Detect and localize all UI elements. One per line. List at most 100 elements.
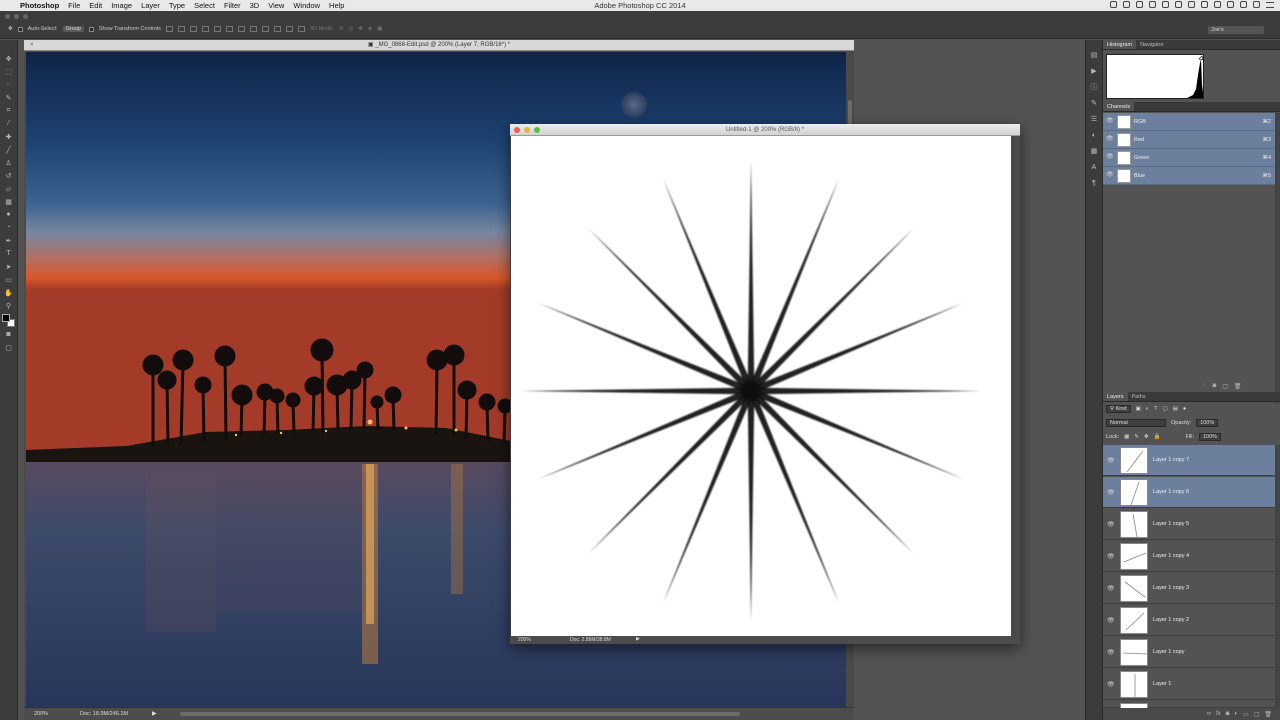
status-menu-arrow-icon[interactable]: ▶: [152, 710, 157, 717]
layer-row[interactable]: 👁 Layer 1 copy 6: [1103, 477, 1275, 508]
path-select-tool-icon[interactable]: ➤: [4, 262, 14, 271]
menu-layer[interactable]: Layer: [141, 1, 160, 10]
pen-tool-icon[interactable]: ✒: [4, 236, 14, 245]
load-selection-icon[interactable]: ◌: [1203, 383, 1207, 390]
clone-stamp-tool-icon[interactable]: ♙: [4, 158, 14, 167]
visibility-eye-icon[interactable]: 👁: [1107, 457, 1115, 464]
menu-window[interactable]: Window: [293, 1, 320, 10]
3d-rotate-icon[interactable]: ⟲: [339, 26, 344, 32]
channel-row[interactable]: 👁 RGB ⌘2: [1103, 113, 1275, 131]
layer-name[interactable]: Layer 1 copy: [1153, 649, 1185, 655]
status-app-icon[interactable]: [1149, 1, 1156, 8]
layer-name[interactable]: Layer 1 copy 2: [1153, 617, 1189, 623]
visibility-eye-icon[interactable]: 👁: [1107, 617, 1115, 624]
quick-mask-icon[interactable]: ◙: [4, 330, 14, 339]
save-selection-icon[interactable]: ◙: [1213, 383, 1217, 390]
fill-input[interactable]: 100%: [1199, 433, 1222, 441]
layer-row[interactable]: 👁 Layer 1 copy 4: [1103, 541, 1275, 572]
shape-tool-icon[interactable]: ▭: [4, 275, 14, 284]
channel-row[interactable]: 👁 Green ⌘4: [1103, 149, 1275, 167]
history-brush-tool-icon[interactable]: ↺: [4, 171, 14, 180]
layer-style-icon[interactable]: fx: [1216, 711, 1221, 717]
layer-row[interactable]: 👁 Layer 1 copy: [1103, 637, 1275, 668]
visibility-eye-icon[interactable]: 👁: [1106, 136, 1114, 143]
channels-scrollbar[interactable]: [1275, 113, 1280, 403]
filter-shape-icon[interactable]: ▢: [1162, 406, 1167, 412]
quick-select-tool-icon[interactable]: ✎: [4, 93, 14, 102]
status-app-icon[interactable]: [1175, 1, 1182, 8]
show-transform-checkbox[interactable]: [88, 26, 94, 32]
adjustments-panel-icon[interactable]: ◐: [1090, 132, 1098, 140]
layer-row[interactable]: 👁 Layer 1 copy 3: [1103, 573, 1275, 604]
filter-toggle-icon[interactable]: ●: [1183, 406, 1186, 412]
distribute-icon[interactable]: [273, 26, 281, 32]
visibility-eye-icon[interactable]: 👁: [1107, 521, 1115, 528]
3d-scale-icon[interactable]: ▣: [377, 26, 382, 32]
link-layers-icon[interactable]: ∞: [1207, 711, 1211, 717]
close-window-button[interactable]: [5, 14, 10, 19]
filter-pixel-icon[interactable]: ▣: [1136, 406, 1141, 412]
app-menu[interactable]: Photoshop: [20, 1, 59, 10]
new-group-icon[interactable]: ▭: [1243, 711, 1249, 718]
add-mask-icon[interactable]: ◙: [1226, 711, 1230, 717]
lock-pixels-icon[interactable]: ✎: [1134, 434, 1139, 440]
status-menu-arrow-icon[interactable]: ▶: [636, 636, 640, 642]
auto-select-dropdown[interactable]: Group: [62, 26, 84, 32]
battery-icon[interactable]: [1240, 1, 1247, 8]
horizontal-scrollbar[interactable]: [180, 712, 740, 716]
status-app-icon[interactable]: [1136, 1, 1143, 8]
distribute-icon[interactable]: [285, 26, 293, 32]
distribute-icon[interactable]: [237, 26, 245, 32]
move-tool-icon[interactable]: ✥: [8, 26, 13, 32]
zoom-tool-icon[interactable]: ⚲: [4, 301, 14, 310]
filter-smart-object-icon[interactable]: ▤: [1173, 406, 1178, 412]
actions-panel-icon[interactable]: ▶: [1090, 68, 1098, 76]
filter-adjustment-icon[interactable]: ◐: [1146, 406, 1149, 412]
menu-3d[interactable]: 3D: [250, 1, 260, 10]
eraser-tool-icon[interactable]: ▱: [4, 184, 14, 193]
menu-view[interactable]: View: [268, 1, 284, 10]
visibility-eye-icon[interactable]: 👁: [1106, 118, 1114, 125]
minimize-window-button[interactable]: [14, 14, 19, 19]
visibility-eye-icon[interactable]: 👁: [1107, 681, 1115, 688]
channel-row[interactable]: 👁 Blue ⌘5: [1103, 167, 1275, 185]
status-app-icon[interactable]: [1214, 1, 1221, 8]
close-document-icon[interactable]: ×: [30, 40, 34, 51]
marquee-tool-icon[interactable]: ⬚: [4, 67, 14, 76]
layer-name[interactable]: Layer 1 copy 5: [1153, 521, 1189, 527]
history-panel-icon[interactable]: ▤: [1090, 52, 1098, 60]
delete-channel-icon[interactable]: 🗑: [1234, 383, 1242, 390]
lock-position-icon[interactable]: ✥: [1144, 434, 1149, 440]
document-size[interactable]: Doc: 18.9M/246.1M: [80, 711, 128, 717]
notification-menu-icon[interactable]: [1266, 1, 1274, 8]
floating-window-titlebar[interactable]: Untitled-1 @ 200% (RGB/8) *: [510, 124, 1020, 136]
layer-row[interactable]: 👁 Layer 1: [1103, 669, 1275, 700]
distribute-icon[interactable]: [297, 26, 305, 32]
document-tab[interactable]: × ▣ _MG_0868-Edit.psd @ 200% (Layer 7, R…: [24, 40, 854, 51]
3d-pan-icon[interactable]: ✥: [358, 26, 363, 32]
visibility-eye-icon[interactable]: 👁: [1107, 585, 1115, 592]
starburst-canvas[interactable]: [511, 136, 1011, 636]
tab-layers[interactable]: Layers: [1103, 392, 1128, 401]
wifi-icon[interactable]: [1227, 1, 1234, 8]
lasso-tool-icon[interactable]: ◌: [4, 80, 14, 89]
layers-scrollbar[interactable]: [1275, 445, 1280, 708]
tab-channels[interactable]: Channels: [1103, 102, 1135, 111]
brush-tool-icon[interactable]: ╱: [4, 145, 14, 154]
warning-icon[interactable]: [1198, 55, 1203, 61]
visibility-eye-icon[interactable]: 👁: [1107, 553, 1115, 560]
visibility-eye-icon[interactable]: 👁: [1107, 489, 1115, 496]
align-middle-icon[interactable]: [177, 26, 185, 32]
eyedropper-tool-icon[interactable]: ⁄: [4, 119, 14, 128]
zoom-window-button[interactable]: [534, 127, 540, 133]
menu-help[interactable]: Help: [329, 1, 344, 10]
properties-panel-icon[interactable]: ☰: [1090, 116, 1098, 124]
tab-paths[interactable]: Paths: [1128, 392, 1150, 401]
distribute-icon[interactable]: [249, 26, 257, 32]
3d-roll-icon[interactable]: ◎: [348, 26, 353, 32]
zoom-level[interactable]: 200%: [34, 711, 48, 717]
character-panel-icon[interactable]: A: [1090, 164, 1098, 172]
zoom-window-button[interactable]: [23, 14, 28, 19]
layer-row[interactable]: [1103, 701, 1275, 710]
visibility-eye-icon[interactable]: 👁: [1107, 649, 1115, 656]
